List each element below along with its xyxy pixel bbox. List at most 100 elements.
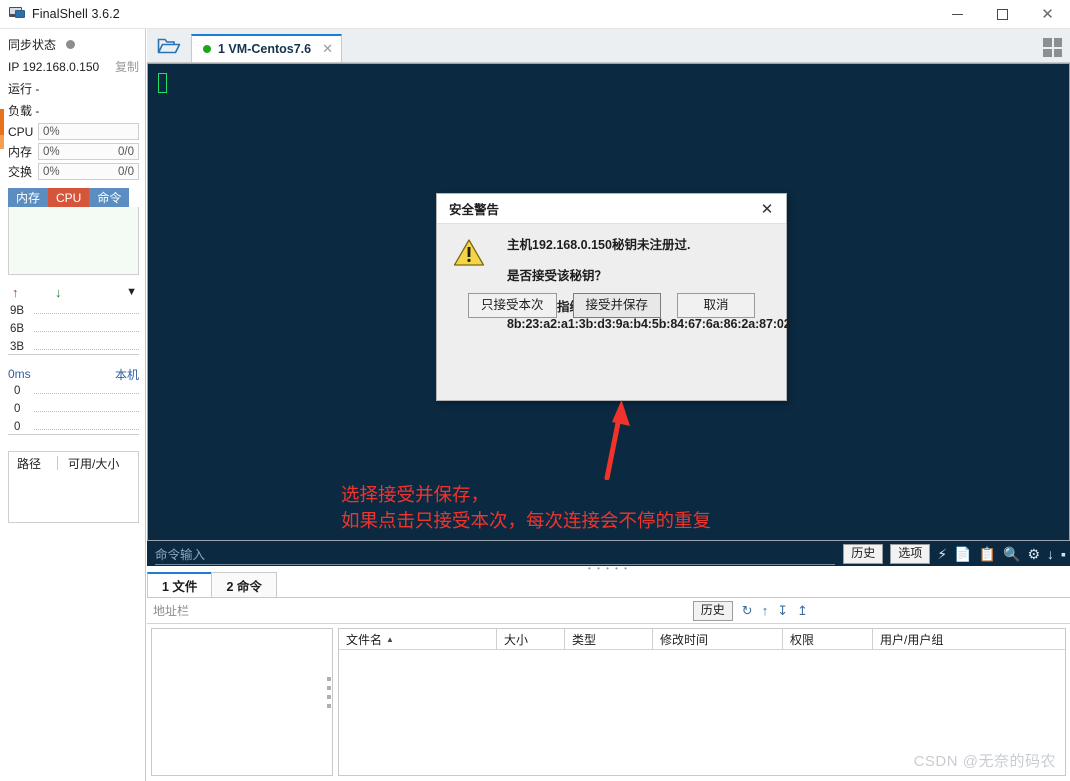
- upload-to-icon[interactable]: ↥: [797, 604, 808, 617]
- disk-col-path: 路径: [9, 455, 57, 472]
- file-history-button[interactable]: 历史: [693, 601, 733, 621]
- dialog-message-1: 主机192.168.0.150秘钥未注册过.: [507, 238, 774, 253]
- uptime-row: 运行 -: [0, 77, 145, 99]
- copy-icon[interactable]: 📄: [954, 547, 971, 561]
- ip-label: IP 192.168.0.150: [8, 60, 99, 74]
- download-icon[interactable]: ↓: [1047, 547, 1054, 561]
- disk-usage-header: 路径 可用/大小: [9, 452, 138, 474]
- lat-tick-2: 0: [14, 421, 20, 433]
- refresh-icon[interactable]: ↻: [742, 604, 753, 617]
- command-options-button[interactable]: 选项: [890, 544, 930, 564]
- sync-status-dot: [66, 40, 75, 49]
- session-tab-close-icon[interactable]: ✕: [322, 41, 333, 57]
- command-input-bar: 命令输入 历史 选项 ⚡ 📄 📋 🔍 ⚙ ↓ ▪: [147, 541, 1070, 566]
- dialog-title: 安全警告: [449, 199, 499, 218]
- download-arrow-icon: ↓: [55, 285, 62, 300]
- latency-header: 0ms 本机: [8, 365, 139, 383]
- column-permissions[interactable]: 权限: [783, 629, 873, 650]
- app-title: FinalShell 3.6.2: [32, 7, 120, 21]
- meter-memory-value: 0%: [43, 146, 60, 158]
- column-owner[interactable]: 用户/用户组: [873, 629, 1023, 650]
- meter-swap: 交换 0% 0/0: [0, 162, 145, 181]
- meter-memory-bar: 0% 0/0: [38, 143, 139, 160]
- column-filename[interactable]: 文件名 ▲: [339, 629, 497, 650]
- tab-files[interactable]: 1 文件: [147, 572, 212, 597]
- minimize-button[interactable]: [935, 0, 980, 29]
- folder-open-icon[interactable]: [147, 29, 191, 62]
- disk-usage-panel[interactable]: 路径 可用/大小: [8, 451, 139, 523]
- sync-status-row: 同步状态: [0, 33, 145, 55]
- process-tab-cpu[interactable]: CPU: [48, 188, 89, 207]
- process-tab-memory[interactable]: 内存: [8, 188, 48, 207]
- loadavg-label: 负载 -: [8, 102, 39, 119]
- meter-swap-bar: 0% 0/0: [38, 163, 139, 180]
- search-icon[interactable]: 🔍: [1003, 547, 1020, 561]
- upload-icon[interactable]: ↑: [762, 604, 769, 617]
- app-logo-icon: [9, 7, 25, 21]
- column-size[interactable]: 大小: [497, 629, 565, 650]
- chevron-down-icon[interactable]: ▼: [126, 286, 137, 298]
- dialog-message-2: 是否接受该秘钥？: [507, 269, 774, 284]
- directory-tree-pane[interactable]: [151, 628, 333, 776]
- upload-arrow-icon: ↑: [12, 285, 19, 300]
- tab-commands[interactable]: 2 命令: [211, 572, 276, 597]
- command-toolbar: 历史 选项 ⚡ 📄 📋 🔍 ⚙ ↓ ▪: [843, 544, 1070, 564]
- cancel-button[interactable]: 取消: [677, 293, 755, 318]
- dialog-buttons: 只接受本次 接受并保存 取消: [437, 293, 786, 318]
- warning-triangle-icon: [453, 238, 485, 267]
- meter-cpu-value: 0%: [43, 126, 60, 138]
- net-tick-1: 6B: [10, 323, 24, 335]
- dialog-title-bar: 安全警告 ✕: [437, 194, 786, 224]
- dialog-fingerprint: 8b:23:a2:a1:3b:d3:9a:b4:5b:84:67:6a:86:2…: [507, 317, 774, 332]
- meter-memory-right: 0/0: [118, 146, 134, 158]
- file-address-bar: 地址栏 历史 ↻ ↑ ↧ ↥: [147, 598, 1070, 624]
- meter-swap-name: 交换: [8, 163, 38, 180]
- session-tab-vm-centos[interactable]: 1 VM-Centos7.6 ✕: [191, 34, 342, 62]
- grid-layout-icon[interactable]: [1043, 38, 1062, 57]
- file-list-header: 文件名 ▲ 大小 类型 修改时间 权限 用户/用户组: [339, 629, 1065, 650]
- meter-cpu: CPU 0%: [0, 122, 145, 141]
- sync-status-label: 同步状态: [8, 36, 56, 53]
- sort-ascending-icon: ▲: [386, 635, 394, 644]
- latency-host-label: 本机: [115, 366, 139, 383]
- watermark: CSDN @无奈的码农: [914, 750, 1056, 771]
- close-button[interactable]: ✕: [1025, 0, 1070, 29]
- bolt-icon[interactable]: ⚡: [937, 547, 947, 561]
- accent-strip: [0, 29, 4, 781]
- window-controls: ✕: [935, 0, 1070, 29]
- column-type[interactable]: 类型: [565, 629, 653, 650]
- annotation-line-1: 选择接受并保存，: [341, 482, 489, 508]
- download-to-icon[interactable]: ↧: [777, 604, 788, 617]
- command-input[interactable]: 命令输入: [155, 543, 835, 565]
- meter-swap-right: 0/0: [118, 166, 134, 178]
- gear-icon[interactable]: ⚙: [1027, 547, 1040, 561]
- dialog-close-icon[interactable]: ✕: [756, 198, 778, 220]
- ip-row: IP 192.168.0.150 复制: [0, 55, 145, 77]
- latency-graph: 0 0 0: [8, 383, 139, 435]
- net-tick-0: 9B: [10, 305, 24, 317]
- file-manager-panel: 1 文件 2 命令 地址栏 历史 ↻ ↑ ↧ ↥ 文件名 ▲: [147, 572, 1070, 781]
- session-tabstrip: 1 VM-Centos7.6 ✕: [147, 29, 1070, 63]
- command-history-button[interactable]: 历史: [843, 544, 883, 564]
- accept-once-button[interactable]: 只接受本次: [468, 293, 557, 318]
- loadavg-row: 负载 -: [0, 99, 145, 121]
- maximize-button[interactable]: [980, 0, 1025, 29]
- meter-memory: 内存 0% 0/0: [0, 142, 145, 161]
- status-sidebar: 同步状态 IP 192.168.0.150 复制 运行 - 负载 - CPU 0…: [0, 29, 146, 781]
- network-graph-header: ↑ ↓ ▼: [8, 283, 139, 303]
- disk-col-size: 可用/大小: [58, 455, 119, 472]
- connected-status-dot: [203, 45, 211, 53]
- process-list[interactable]: [8, 207, 139, 275]
- annotation-line-2: 如果点击只接受本次，每次连接会不停的重复: [341, 508, 711, 534]
- tree-scrollbar[interactable]: [327, 677, 331, 713]
- more-icon[interactable]: ▪: [1061, 547, 1066, 561]
- address-input[interactable]: 地址栏: [153, 602, 693, 619]
- meter-cpu-name: CPU: [8, 125, 38, 139]
- process-tab-command[interactable]: 命令: [89, 188, 129, 207]
- column-modified[interactable]: 修改时间: [653, 629, 783, 650]
- uptime-label: 运行 -: [8, 80, 39, 97]
- net-tick-2: 3B: [10, 341, 24, 353]
- copy-ip-button[interactable]: 复制: [115, 58, 139, 75]
- paste-icon[interactable]: 📋: [979, 547, 996, 561]
- accept-and-save-button[interactable]: 接受并保存: [573, 293, 662, 318]
